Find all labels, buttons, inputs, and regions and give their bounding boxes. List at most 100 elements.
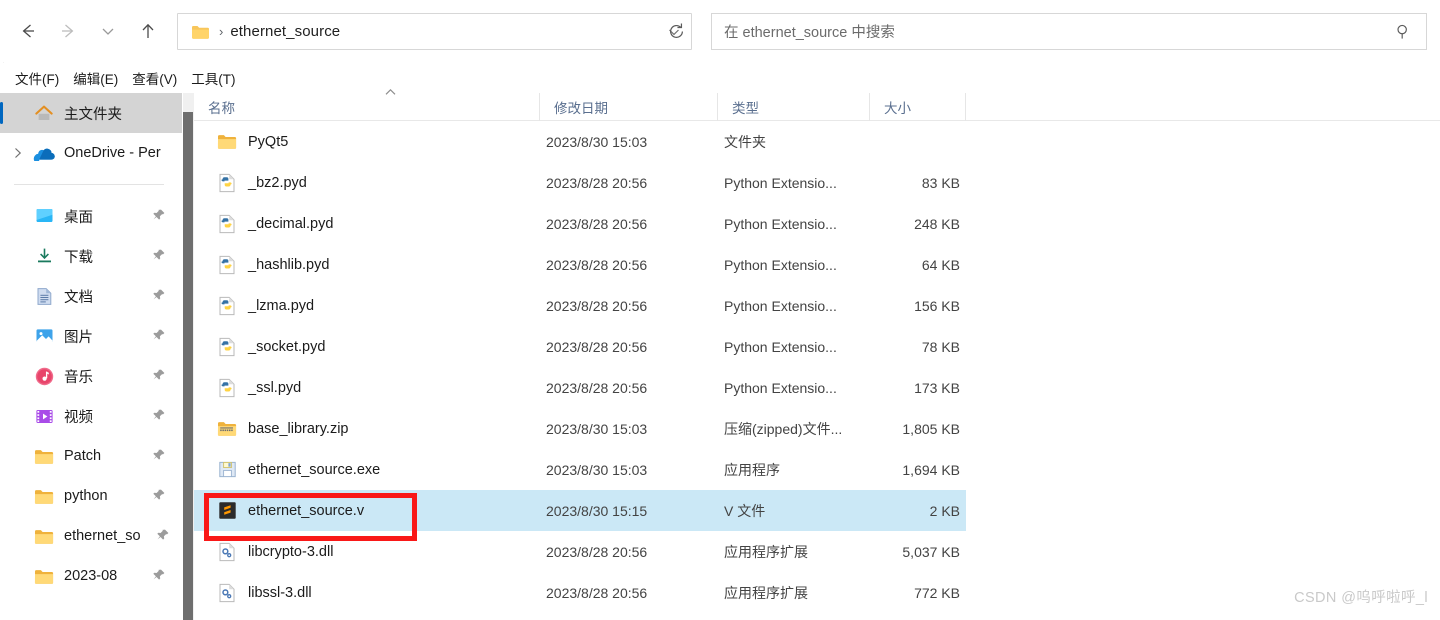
table-row[interactable]: ethernet_source.exe 2023/8/30 15:03 应用程序… — [194, 449, 966, 490]
file-size-cell: 156 KB — [914, 297, 960, 314]
file-size-cell: 1,694 KB — [902, 461, 960, 478]
file-name-cell[interactable]: libcrypto-3.dll — [194, 531, 540, 572]
sidebar-item-pictures[interactable]: 图片 — [0, 316, 182, 356]
file-type-cell: 应用程序扩展 — [724, 543, 808, 560]
sidebar-label-home: 主文件夹 — [64, 106, 122, 123]
folder-icon — [216, 131, 238, 153]
file-type-cell: Python Extensio... — [724, 215, 837, 232]
table-row[interactable]: libssl-3.dll 2023/8/28 20:56 应用程序扩展 772 … — [194, 572, 966, 613]
file-date-cell: 2023/8/28 20:56 — [546, 174, 648, 191]
column-header-size-label: 大小 — [884, 101, 911, 116]
sidebar-item-home[interactable]: 主文件夹 — [0, 93, 182, 133]
column-header-date[interactable]: 修改日期 — [540, 93, 718, 121]
chevron-right-icon[interactable] — [6, 147, 30, 159]
file-name-cell[interactable]: ethernet_source.exe — [194, 449, 540, 490]
file-type-cell: 压缩(zipped)文件... — [724, 420, 843, 437]
table-row[interactable]: PyQt5 2023/8/30 15:03 文件夹 — [194, 121, 966, 162]
table-row[interactable]: _socket.pyd 2023/8/28 20:56 Python Exten… — [194, 326, 966, 367]
sidebar-label-documents: 文档 — [64, 289, 93, 306]
column-header-type[interactable]: 类型 — [718, 93, 870, 121]
file-name-cell[interactable]: ethernet_source.v — [194, 490, 540, 531]
sidebar-item-videos[interactable]: 视频 — [0, 396, 182, 436]
refresh-button[interactable] — [658, 13, 694, 49]
file-name-cell[interactable]: _lzma.pyd — [194, 285, 540, 326]
videos-icon — [30, 408, 58, 425]
recent-locations-button[interactable] — [88, 11, 128, 51]
table-row[interactable]: _bz2.pyd 2023/8/28 20:56 Python Extensio… — [194, 162, 966, 203]
python-file-icon — [216, 213, 238, 235]
sidebar-label-pictures: 图片 — [64, 329, 93, 346]
sidebar-item-python[interactable]: python — [0, 476, 182, 516]
application-icon — [216, 459, 238, 481]
sidebar-item-music[interactable]: 音乐 — [0, 356, 182, 396]
pin-icon[interactable] — [152, 328, 166, 347]
file-date-cell: 2023/8/28 20:56 — [546, 584, 648, 601]
file-name-label: _bz2.pyd — [248, 174, 307, 191]
file-name-cell[interactable]: _socket.pyd — [194, 326, 540, 367]
table-row[interactable]: _hashlib.pyd 2023/8/28 20:56 Python Exte… — [194, 244, 966, 285]
sidebar-item-downloads[interactable]: 下载 — [0, 236, 182, 276]
file-rows: PyQt5 2023/8/30 15:03 文件夹 _bz2.pyd 2023/… — [194, 121, 1440, 613]
onedrive-cloud-icon — [30, 146, 58, 161]
menu-bar: 文件(F) 编辑(E) 查看(V) 工具(T) — [0, 63, 1440, 93]
file-name-cell[interactable]: _decimal.pyd — [194, 203, 540, 244]
folder-icon — [30, 488, 58, 505]
table-row[interactable]: _lzma.pyd 2023/8/28 20:56 Python Extensi… — [194, 285, 966, 326]
column-header-name[interactable]: 名称 — [194, 88, 540, 121]
table-row[interactable]: libcrypto-3.dll 2023/8/28 20:56 应用程序扩展 5… — [194, 531, 966, 572]
file-size-cell: 5,037 KB — [902, 543, 960, 560]
search-input[interactable]: 在 ethernet_source 中搜索 — [724, 21, 895, 42]
forward-button[interactable] — [48, 11, 88, 51]
address-bar[interactable]: › ethernet_source — [177, 13, 692, 50]
file-type-cell: Python Extensio... — [724, 379, 837, 396]
pictures-icon — [30, 327, 58, 345]
file-name-label: _socket.pyd — [248, 338, 326, 355]
sidebar-item-onedrive[interactable]: OneDrive - Per — [0, 133, 182, 173]
file-date-cell: 2023/8/30 15:03 — [546, 461, 648, 478]
pin-icon[interactable] — [152, 208, 166, 227]
table-row[interactable]: base_library.zip 2023/8/30 15:03 压缩(zipp… — [194, 408, 966, 449]
sidebar-label-videos: 视频 — [64, 409, 93, 426]
file-name-cell[interactable]: libssl-3.dll — [194, 572, 540, 613]
sidebar-label-downloads: 下载 — [64, 249, 93, 266]
pin-icon[interactable] — [152, 368, 166, 387]
column-header-size[interactable]: 大小 — [870, 93, 966, 121]
sidebar-label-onedrive: OneDrive - Per — [64, 145, 161, 161]
menu-item-edit[interactable]: 编辑(E) — [66, 65, 125, 91]
column-header-date-label: 修改日期 — [554, 101, 608, 116]
pin-icon[interactable] — [152, 568, 166, 587]
pin-icon[interactable] — [152, 408, 166, 427]
pin-icon[interactable] — [152, 448, 166, 467]
sidebar-item-desktop[interactable]: 桌面 — [0, 196, 182, 236]
file-name-cell[interactable]: _bz2.pyd — [194, 162, 540, 203]
breadcrumb-path[interactable]: ethernet_source — [230, 23, 340, 40]
table-row-selected[interactable]: ethernet_source.v 2023/8/30 15:15 V 文件 2… — [194, 490, 966, 531]
file-name-cell[interactable]: _ssl.pyd — [194, 367, 540, 408]
search-icon[interactable] — [1395, 23, 1412, 40]
table-row[interactable]: _ssl.pyd 2023/8/28 20:56 Python Extensio… — [194, 367, 966, 408]
up-arrow-icon — [142, 23, 154, 38]
up-button[interactable] — [128, 11, 168, 51]
file-name-cell[interactable]: _hashlib.pyd — [194, 244, 540, 285]
sublime-file-icon — [216, 500, 238, 522]
back-button[interactable] — [8, 11, 48, 51]
pin-icon[interactable] — [156, 528, 170, 547]
menu-item-file[interactable]: 文件(F) — [8, 65, 66, 91]
pin-icon[interactable] — [152, 488, 166, 507]
home-icon — [30, 104, 58, 123]
sidebar-scrollbar-thumb[interactable] — [183, 112, 193, 620]
file-name-cell[interactable]: base_library.zip — [194, 408, 540, 449]
file-date-cell: 2023/8/28 20:56 — [546, 297, 648, 314]
sidebar-item-ethernet-source[interactable]: ethernet_so — [0, 516, 182, 556]
sidebar-item-2023-08[interactable]: 2023-08 — [0, 556, 182, 596]
pin-icon[interactable] — [152, 248, 166, 267]
sidebar-item-documents[interactable]: 文档 — [0, 276, 182, 316]
table-row[interactable]: _decimal.pyd 2023/8/28 20:56 Python Exte… — [194, 203, 966, 244]
file-type-cell: 应用程序 — [724, 461, 780, 478]
sidebar-item-patch[interactable]: Patch — [0, 436, 182, 476]
menu-item-tools[interactable]: 工具(T) — [184, 65, 242, 91]
menu-item-view[interactable]: 查看(V) — [125, 65, 184, 91]
file-name-cell[interactable]: PyQt5 — [194, 121, 540, 162]
search-bar[interactable]: 在 ethernet_source 中搜索 — [711, 13, 1427, 50]
pin-icon[interactable] — [152, 288, 166, 307]
